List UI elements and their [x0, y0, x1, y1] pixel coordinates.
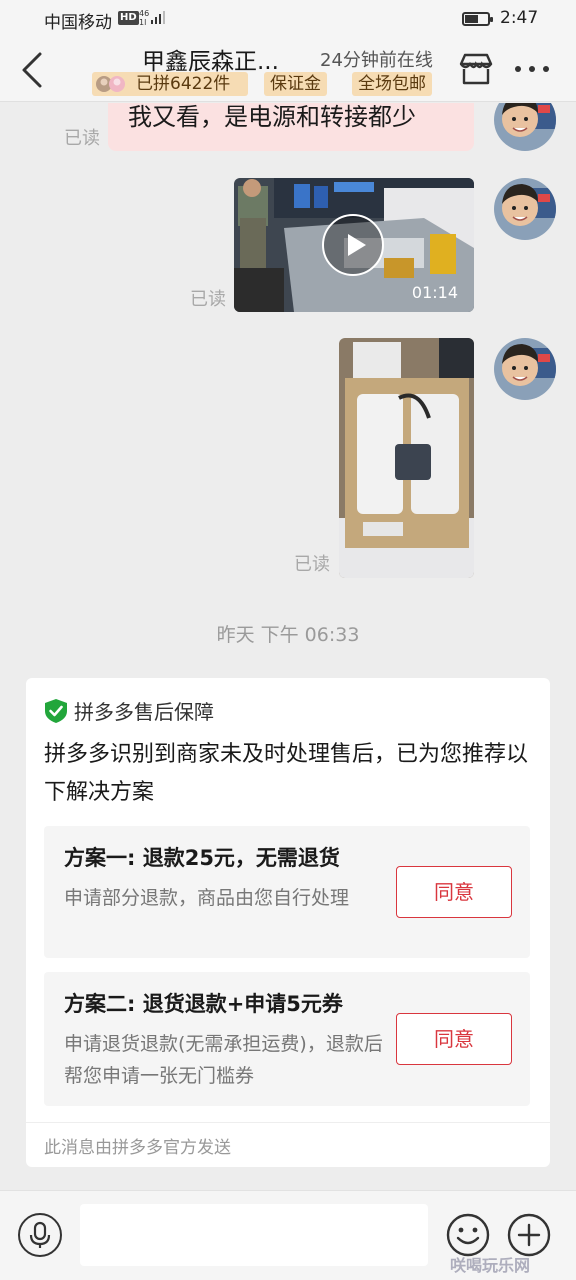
- microphone-icon: [29, 1221, 51, 1248]
- message-input[interactable]: [80, 1204, 428, 1266]
- read-receipt: 已读: [190, 289, 226, 310]
- plan-option: 方案二: 退货退款+申请5元券 申请退货退款(无需承担运费)，退款后帮您申请一张…: [44, 972, 530, 1106]
- chat-area[interactable]: 已读 我又看，是电源和转接都少 已读 01:14 已读 昨天 下午 06:33 …: [0, 103, 576, 1190]
- status-bar: 中国移动 HD 46 1l 2:47: [0, 0, 576, 38]
- network-label: 46 1l: [139, 9, 150, 27]
- user-avatar[interactable]: [494, 103, 556, 151]
- battery-icon: [462, 12, 493, 26]
- avatar-image: [494, 103, 556, 151]
- carrier-label: 中国移动: [44, 13, 112, 33]
- agree-button[interactable]: 同意: [396, 866, 512, 918]
- card-title: 拼多多售后保障: [74, 700, 214, 724]
- avatar-image: [494, 338, 556, 400]
- read-receipt: 已读: [64, 128, 100, 149]
- message-bubble[interactable]: 我又看，是电源和转接都少: [108, 103, 474, 151]
- tag-free-shipping: 全场包邮: [352, 72, 432, 96]
- tag-label: 已拼6422件: [136, 74, 231, 94]
- message-timestamp: 昨天 下午 06:33: [216, 624, 360, 646]
- signal-icon: [151, 11, 165, 24]
- image-thumbnail: [339, 338, 474, 578]
- tag-label: 全场包邮: [358, 74, 426, 94]
- hd-badge: HD: [118, 11, 139, 25]
- emoji-icon[interactable]: [446, 1213, 490, 1257]
- buyer-avatars-icon: [96, 76, 125, 92]
- read-receipt: 已读: [294, 554, 330, 575]
- chat-header: 甲鑫辰森正... 24分钟前在线 已拼6422件 保证金 全场包邮: [0, 38, 576, 102]
- shield-check-icon: [45, 699, 67, 723]
- plan-title: 方案二: 退货退款+申请5元券: [64, 992, 343, 1016]
- voice-button[interactable]: [18, 1213, 62, 1257]
- tag-group-buy: 已拼6422件: [92, 72, 248, 96]
- avatar-image: [494, 178, 556, 240]
- more-icon[interactable]: [512, 60, 552, 78]
- store-icon[interactable]: [458, 52, 494, 86]
- video-message[interactable]: 01:14: [234, 178, 474, 312]
- user-avatar[interactable]: [494, 178, 556, 240]
- plus-icon[interactable]: [507, 1213, 551, 1257]
- after-sales-card: 拼多多售后保障 拼多多识别到商家未及时处理售后，已为您推荐以下解决方案 方案一:…: [26, 678, 550, 1167]
- shop-name[interactable]: 甲鑫辰森正...: [142, 42, 279, 76]
- watermark: 咲喝玩乐网: [450, 1256, 531, 1275]
- plan-description: 申请退货退款(无需承担运费)，退款后帮您申请一张无门槛券: [64, 1033, 383, 1087]
- back-icon[interactable]: [18, 50, 48, 90]
- plan-title: 方案一: 退款25元，无需退货: [64, 846, 340, 870]
- video-duration: 01:14: [411, 283, 458, 302]
- play-icon[interactable]: [322, 214, 384, 276]
- user-avatar[interactable]: [494, 338, 556, 400]
- online-status: 24分钟前在线: [320, 50, 433, 71]
- agree-button[interactable]: 同意: [396, 1013, 512, 1065]
- card-footer: 此消息由拼多多官方发送: [26, 1122, 550, 1167]
- battery-level: [465, 15, 478, 23]
- official-notice: 此消息由拼多多官方发送: [44, 1138, 231, 1158]
- tag-deposit: 保证金: [264, 72, 327, 96]
- image-message[interactable]: [339, 338, 474, 578]
- plan-description: 申请部分退款，商品由您自行处理: [64, 887, 350, 909]
- plan-option: 方案一: 退款25元，无需退货 申请部分退款，商品由您自行处理 同意: [44, 826, 530, 958]
- tag-label: 保证金: [270, 74, 321, 94]
- card-message: 拼多多识别到商家未及时处理售后，已为您推荐以下解决方案: [44, 742, 529, 805]
- clock: 2:47: [500, 8, 539, 28]
